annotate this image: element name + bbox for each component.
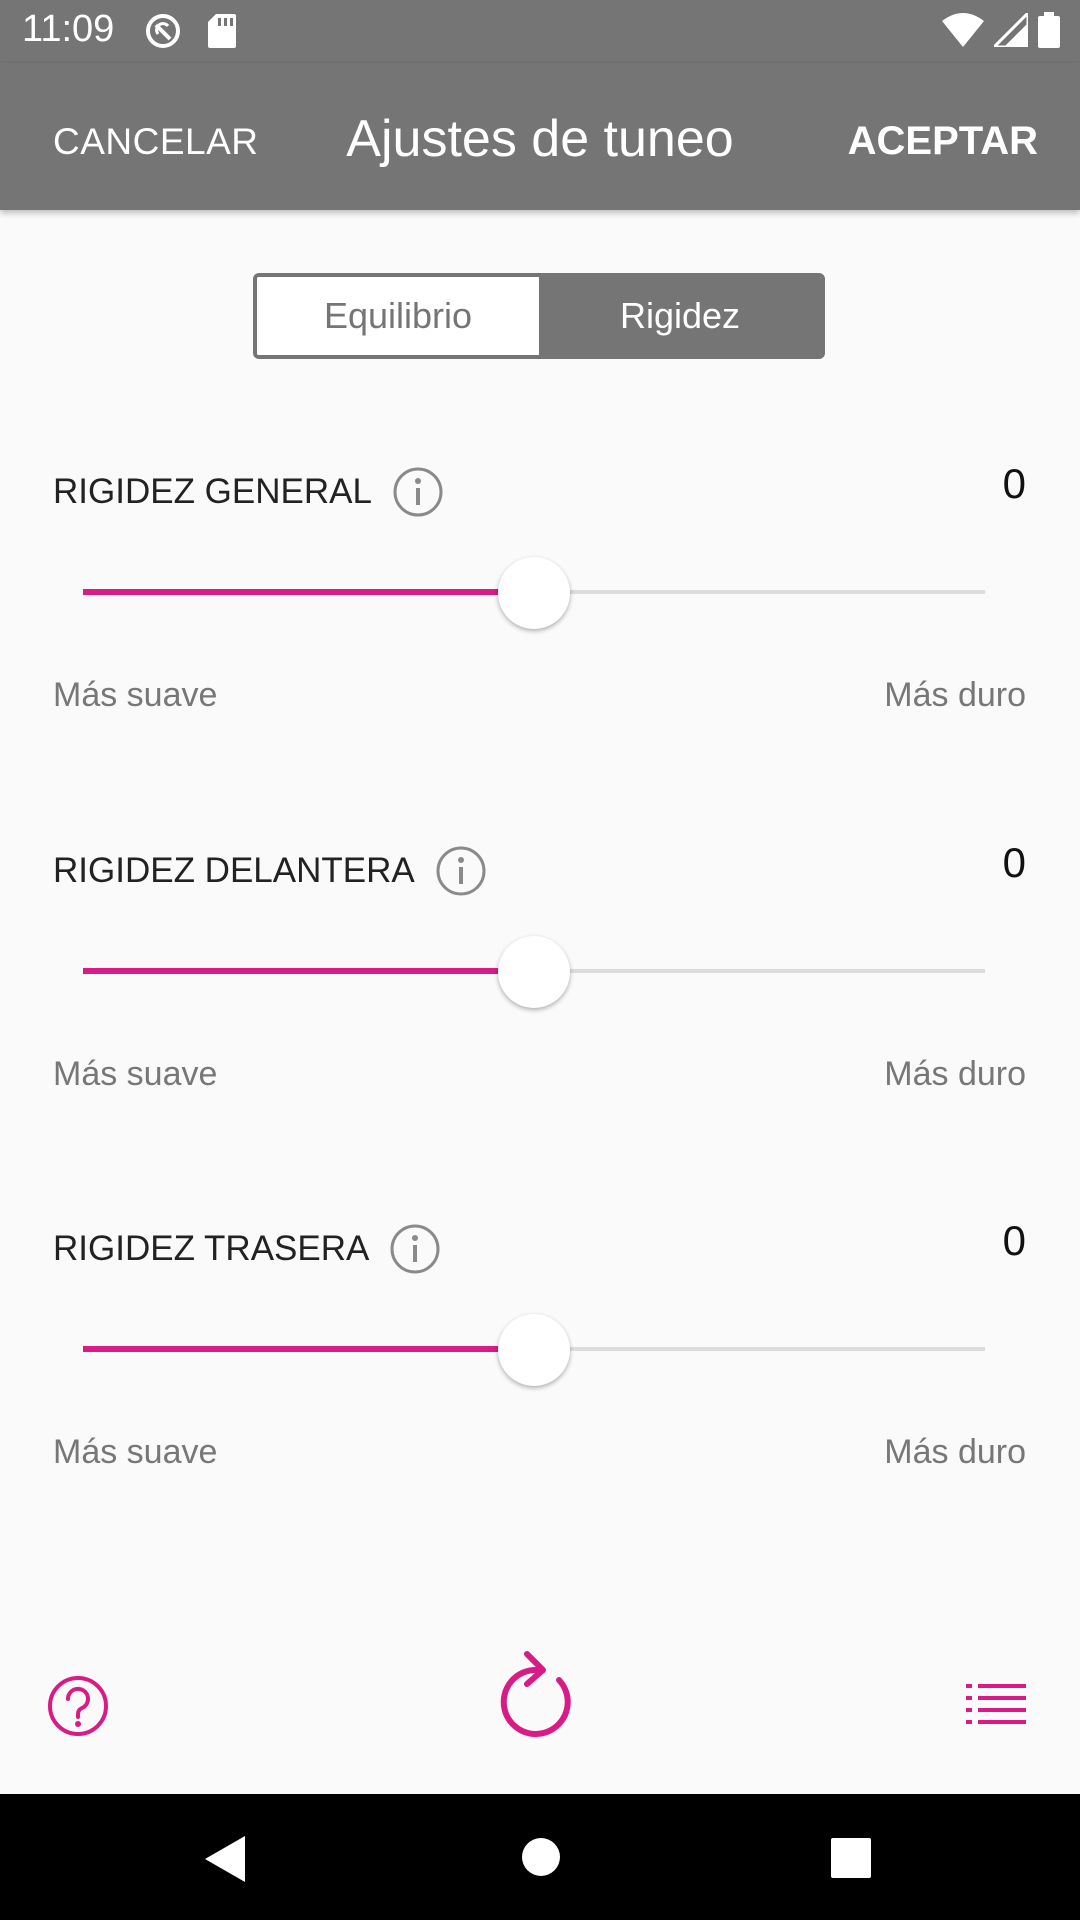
reset-icon[interactable] [497,1650,583,1747]
slider[interactable] [83,1309,985,1389]
info-icon[interactable] [389,1223,441,1275]
info-icon[interactable] [435,845,487,897]
slider-value: 0 [1002,460,1026,507]
recent-apps-icon[interactable] [831,1838,871,1883]
slider-thumb[interactable] [498,936,570,1008]
slider-fill [83,589,534,595]
list-icon[interactable] [966,1682,1026,1733]
signal-icon [990,9,1030,52]
status-bar: 11:09 [0,0,1080,63]
max-label: Más duro [884,676,1026,714]
slider-fill [83,1346,534,1352]
info-icon[interactable] [392,466,444,518]
battery-icon [1038,12,1060,53]
slider-fill [83,968,534,974]
segmented-control: Equilibrio Rigidez [253,273,825,359]
min-label: Más suave [53,1433,218,1471]
max-label: Más duro [884,1433,1026,1471]
slider-value: 0 [1002,1217,1026,1264]
slider-thumb[interactable] [498,557,570,629]
slider-thumb[interactable] [498,1314,570,1386]
app-bar: CANCELAR Ajustes de tuneo ACEPTAR [0,63,1080,210]
accept-button[interactable]: ACEPTAR [848,119,1038,164]
sd-card-icon [208,14,236,53]
min-label: Más suave [53,1055,218,1093]
tab-equilibrio[interactable]: Equilibrio [257,277,539,355]
help-icon[interactable] [46,1674,110,1743]
slider-section-trasera: RIGIDEZ TRASERA 0 Más suave Más duro [0,1217,1080,1523]
slider[interactable] [83,552,985,632]
slider-label: RIGIDEZ GENERAL [53,472,372,511]
home-icon[interactable] [521,1837,561,1882]
navigation-bar [0,1794,1080,1920]
max-label: Más duro [884,1055,1026,1093]
min-label: Más suave [53,676,218,714]
slider-section-delantera: RIGIDEZ DELANTERA 0 Más suave Más duro [0,839,1080,1145]
bottom-toolbar [0,1630,1080,1780]
wifi-icon [942,13,984,52]
slider-label: RIGIDEZ TRASERA [53,1229,370,1268]
slider-label: RIGIDEZ DELANTERA [53,851,415,890]
back-icon[interactable] [205,1836,245,1887]
status-time: 11:09 [22,8,115,50]
sync-off-icon [144,12,182,55]
slider-section-general: RIGIDEZ GENERAL 0 Más suave Más duro [0,460,1080,766]
tab-rigidez[interactable]: Rigidez [539,277,821,355]
slider-value: 0 [1002,839,1026,886]
slider[interactable] [83,931,985,1011]
